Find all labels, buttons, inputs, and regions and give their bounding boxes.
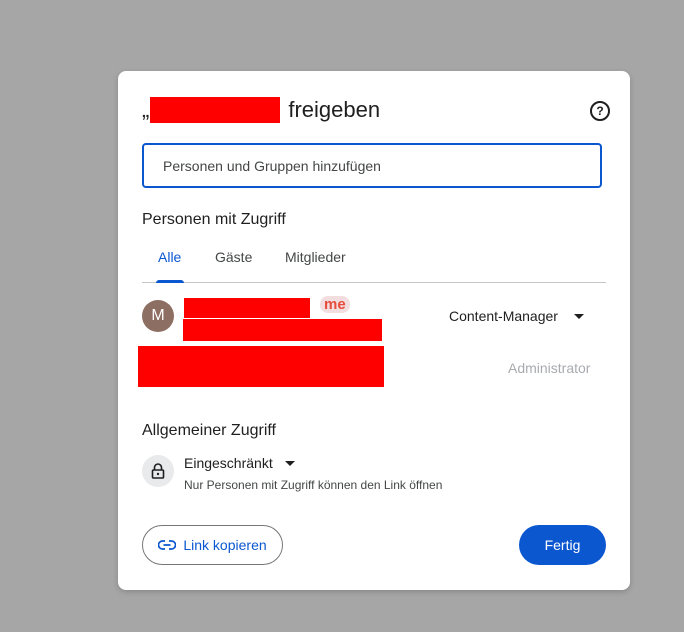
tab-members[interactable]: Mitglieder [285,249,346,265]
role-dropdown[interactable]: Content-Manager [449,308,584,324]
redacted-user-name [184,298,310,318]
admin-role-label: Administrator [508,360,591,376]
general-access-description: Nur Personen mit Zugriff können den Link… [184,478,443,492]
add-people-input[interactable]: Personen und Gruppen hinzufügen [142,143,602,188]
redacted-user-email [183,319,382,341]
title-prefix: „ [142,97,150,122]
me-badge: me [320,296,350,313]
general-access-heading: Allgemeiner Zugriff [142,422,276,439]
general-access-name: Eingeschränkt [184,455,273,471]
tab-guests[interactable]: Gäste [215,249,252,265]
share-dialog: „ freigeben ? Personen und Gruppen hinzu… [118,71,630,590]
input-placeholder: Personen und Gruppen hinzufügen [163,157,381,174]
lock-icon [142,455,174,487]
access-tabs: Alle Gäste Mitglieder [142,241,606,283]
title-suffix: freigeben [288,97,381,122]
done-button[interactable]: Fertig [519,525,606,565]
copy-link-button[interactable]: Link kopieren [142,525,283,565]
role-label: Content-Manager [449,308,558,324]
copy-link-label: Link kopieren [183,537,267,553]
link-icon [158,540,177,550]
dialog-title: „ freigeben [142,97,380,123]
tab-all[interactable]: Alle [158,249,181,265]
general-access-dropdown[interactable]: Eingeschränkt [184,455,295,471]
redacted-file-name [150,97,281,123]
chevron-down-icon [573,313,584,319]
help-icon[interactable]: ? [590,101,610,121]
people-with-access-heading: Personen mit Zugriff [142,211,286,228]
redacted-group-entry [138,346,384,387]
avatar: M [142,300,174,332]
active-tab-indicator [156,280,184,283]
chevron-down-icon [284,460,295,466]
